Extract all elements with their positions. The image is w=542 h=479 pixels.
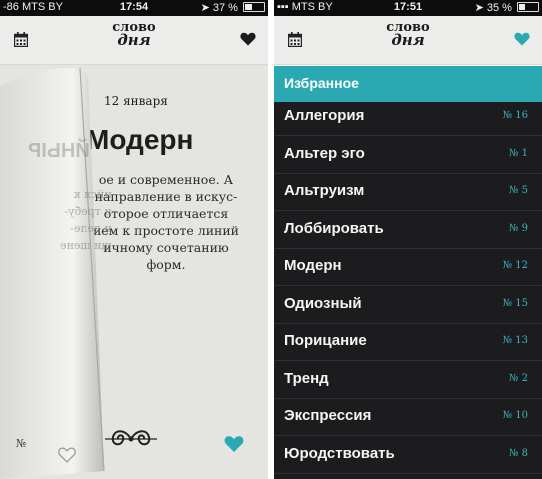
favorite-item[interactable]: Альтруизм № 5 — [274, 173, 542, 211]
favorite-word: Юродствовать — [284, 444, 395, 462]
favorite-number: № 10 — [502, 410, 528, 421]
favorite-item[interactable]: Лоббировать № 9 — [274, 211, 542, 249]
logo-line2: дня — [117, 31, 151, 49]
favorites-header: Избранное — [274, 66, 542, 102]
favorite-item[interactable]: Тренд № 2 — [274, 361, 542, 399]
favorite-word: Альтер эго — [284, 144, 365, 162]
favorite-number: № 16 — [502, 110, 528, 121]
battery-percent: 37 % — [212, 2, 238, 14]
favorite-word: Одиозный — [284, 294, 362, 312]
battery-percent: 35 % — [486, 2, 512, 14]
favorite-word: Лоббировать — [284, 219, 384, 237]
mirrored-page-title: ЙНЫР — [28, 140, 90, 162]
page-line: и требу- — [64, 205, 112, 218]
nav-bar: слово дня — [0, 16, 268, 65]
favorite-item[interactable]: Альтер эго № 1 — [274, 136, 542, 174]
page-line: ийся к — [73, 188, 112, 201]
favorite-number: № 12 — [502, 260, 528, 271]
logo-line2: дня — [391, 31, 425, 49]
favorite-word: Альтруизм — [284, 182, 365, 199]
page-line: и деле- — [70, 222, 112, 235]
favorite-number: № 5 — [508, 185, 528, 196]
heart-icon[interactable] — [514, 32, 530, 46]
battery-level — [245, 4, 252, 10]
favorite-item[interactable]: Юродствовать № 8 — [274, 436, 542, 474]
favorite-number: № 8 — [508, 447, 528, 459]
favorite-number: № 1 — [508, 147, 528, 159]
screenshot-pair: -86 MTS BY 17:54 ➤ 37 % слово дня 12 янв… — [0, 0, 542, 479]
ornament-flourish — [105, 430, 157, 446]
heart-filled-icon[interactable] — [224, 435, 244, 453]
heart-outline-icon[interactable] — [58, 447, 76, 463]
favorite-word: Порицание — [284, 332, 367, 349]
mirrored-page-text: ийся к и требу- и деле- щи шене — [60, 186, 112, 254]
favorite-word: Модерн — [284, 257, 342, 274]
location-icon: ➤ — [474, 2, 484, 14]
favorite-number: № 9 — [508, 222, 528, 234]
favorites-title: Избранное — [284, 75, 359, 91]
favorite-item[interactable]: Одиозный № 15 — [274, 286, 542, 324]
app-logo: слово дня — [0, 21, 268, 49]
turning-page[interactable] — [0, 66, 112, 479]
heart-icon[interactable] — [240, 32, 256, 46]
status-bar: ▪▪▪ MTS BY 17:51 ➤ 35 % — [274, 0, 542, 16]
battery-icon — [243, 2, 265, 12]
battery-status: ➤ 37 % — [201, 1, 265, 14]
favorite-number: № 2 — [508, 372, 528, 384]
favorite-word: Тренд — [284, 369, 329, 387]
battery-level — [519, 4, 526, 10]
favorite-word: Аллегория — [284, 107, 365, 124]
location-icon: ➤ — [200, 2, 210, 14]
favorite-item[interactable]: Экспрессия № 10 — [274, 398, 542, 436]
favorite-item[interactable]: Порицание № 13 — [274, 323, 542, 361]
favorite-item[interactable]: Аллегория № 16 — [274, 98, 542, 136]
status-bar: -86 MTS BY 17:54 ➤ 37 % — [0, 0, 268, 16]
favorite-number: № 13 — [502, 335, 528, 346]
battery-status: ➤ 35 % — [475, 1, 539, 14]
word-number: № — [16, 437, 27, 450]
nav-bar: слово дня — [274, 16, 542, 65]
favorites-screen: ▪▪▪ MTS BY 17:51 ➤ 35 % слово дня Избран… — [274, 0, 542, 479]
battery-icon — [517, 2, 539, 12]
word-date: 12 января — [104, 94, 168, 108]
favorite-number: № 15 — [502, 297, 528, 309]
favorite-item[interactable]: Модерн № 12 — [274, 248, 542, 286]
page-line: щи шене — [60, 239, 112, 252]
favorite-word: Экспрессия — [284, 407, 372, 424]
word-detail-screen: -86 MTS BY 17:54 ➤ 37 % слово дня 12 янв… — [0, 0, 268, 479]
app-logo: слово дня — [274, 21, 542, 49]
